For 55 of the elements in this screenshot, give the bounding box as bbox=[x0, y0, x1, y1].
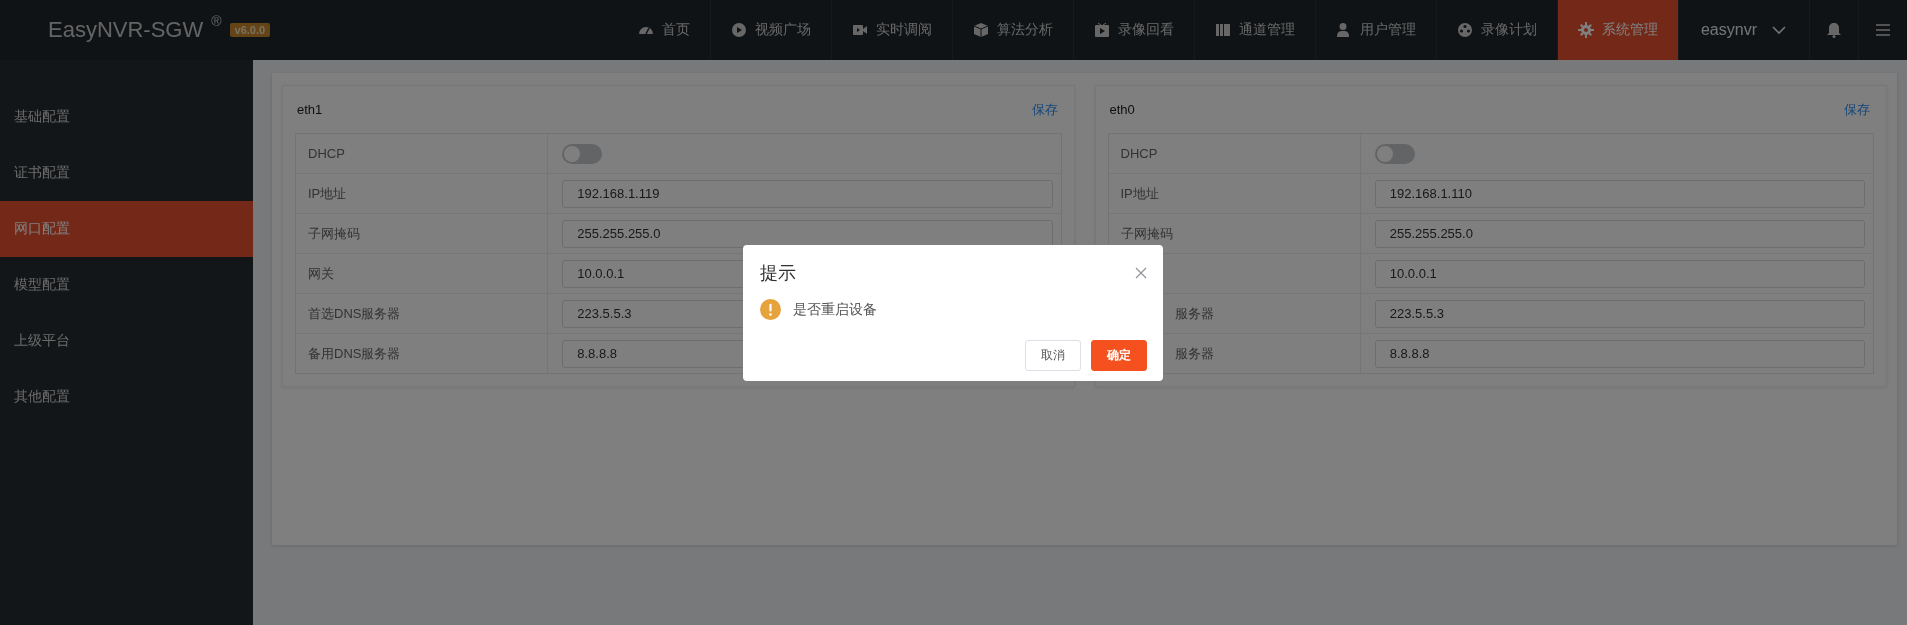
nav-tab[interactable]: 实时调阅 bbox=[831, 0, 953, 60]
nav-tab[interactable]: 用户管理 bbox=[1315, 0, 1437, 60]
nav-tab[interactable]: 通道管理 bbox=[1194, 0, 1316, 60]
dialog-message: 是否重启设备 bbox=[793, 300, 877, 319]
nav-tab[interactable]: 录像计划 bbox=[1436, 0, 1558, 60]
field-label: IP地址 bbox=[296, 174, 549, 213]
columns-icon bbox=[1214, 22, 1231, 38]
card-title: eth1 bbox=[297, 102, 323, 117]
card-title: eth0 bbox=[1109, 102, 1135, 117]
field-label: DHCP bbox=[1108, 134, 1361, 173]
field-label: 子网掩码 bbox=[296, 214, 549, 253]
cube-icon bbox=[972, 22, 989, 38]
field-label: DHCP bbox=[296, 134, 549, 173]
film-reel-icon bbox=[1456, 22, 1473, 38]
close-icon[interactable] bbox=[1135, 267, 1147, 279]
sidebar-item[interactable]: 上级平台 bbox=[0, 313, 253, 369]
version-badge: v6.0.0 bbox=[229, 23, 271, 37]
input-field[interactable]: 192.168.1.110 bbox=[1374, 179, 1865, 208]
input-field[interactable]: 255.255.255.0 bbox=[562, 219, 1053, 248]
input-field[interactable]: 10.0.0.1 bbox=[1374, 259, 1865, 288]
nav-tab[interactable]: 系统管理 bbox=[1557, 0, 1679, 60]
dialog-title: 提示 bbox=[760, 262, 796, 285]
input-field[interactable]: 8.8.8.8 bbox=[1374, 339, 1865, 368]
toggle-switch[interactable] bbox=[562, 143, 603, 164]
cancel-button[interactable]: 取消 bbox=[1025, 340, 1081, 371]
bell-icon bbox=[1826, 22, 1842, 38]
save-link[interactable]: 保存 bbox=[1031, 100, 1058, 119]
sidebar-item[interactable]: 证书配置 bbox=[0, 145, 253, 201]
input-field[interactable]: 192.168.1.119 bbox=[562, 179, 1053, 208]
field-label: 网关 bbox=[296, 254, 549, 293]
settings-icon bbox=[1577, 22, 1594, 38]
video-camera-icon bbox=[851, 22, 868, 38]
save-link[interactable]: 保存 bbox=[1844, 100, 1870, 119]
nav-tab[interactable]: 算法分析 bbox=[952, 0, 1074, 60]
user-icon bbox=[1335, 22, 1352, 38]
registered-mark: ® bbox=[211, 13, 222, 29]
sidebar-item[interactable]: 其他配置 bbox=[0, 369, 253, 425]
play-icon bbox=[730, 22, 747, 38]
sidebar-item[interactable]: 模型配置 bbox=[0, 257, 253, 313]
tv-play-icon bbox=[1093, 22, 1110, 38]
nav-tab[interactable]: 首页 bbox=[617, 0, 711, 60]
input-field[interactable]: 255.255.255.0 bbox=[1374, 219, 1865, 248]
field-label: IP地址 bbox=[1108, 174, 1361, 213]
nav-tab[interactable]: 录像回看 bbox=[1073, 0, 1195, 60]
sidebar-item[interactable]: 基础配置 bbox=[0, 89, 253, 145]
field-label: 首选DNS服务器 bbox=[296, 294, 549, 333]
app-logo-text: EasyNVR-SGW bbox=[48, 17, 204, 43]
nav-tab[interactable]: 视频广场 bbox=[710, 0, 832, 60]
toggle-switch[interactable] bbox=[1374, 143, 1415, 164]
field-label: 备用DNS服务器 bbox=[296, 334, 549, 373]
confirm-button[interactable]: 确定 bbox=[1091, 340, 1147, 371]
input-field[interactable]: 223.5.5.3 bbox=[1374, 299, 1865, 328]
sidebar-item[interactable]: 网口配置 bbox=[0, 201, 253, 257]
warning-icon bbox=[760, 299, 781, 320]
menu-icon bbox=[1875, 22, 1891, 38]
